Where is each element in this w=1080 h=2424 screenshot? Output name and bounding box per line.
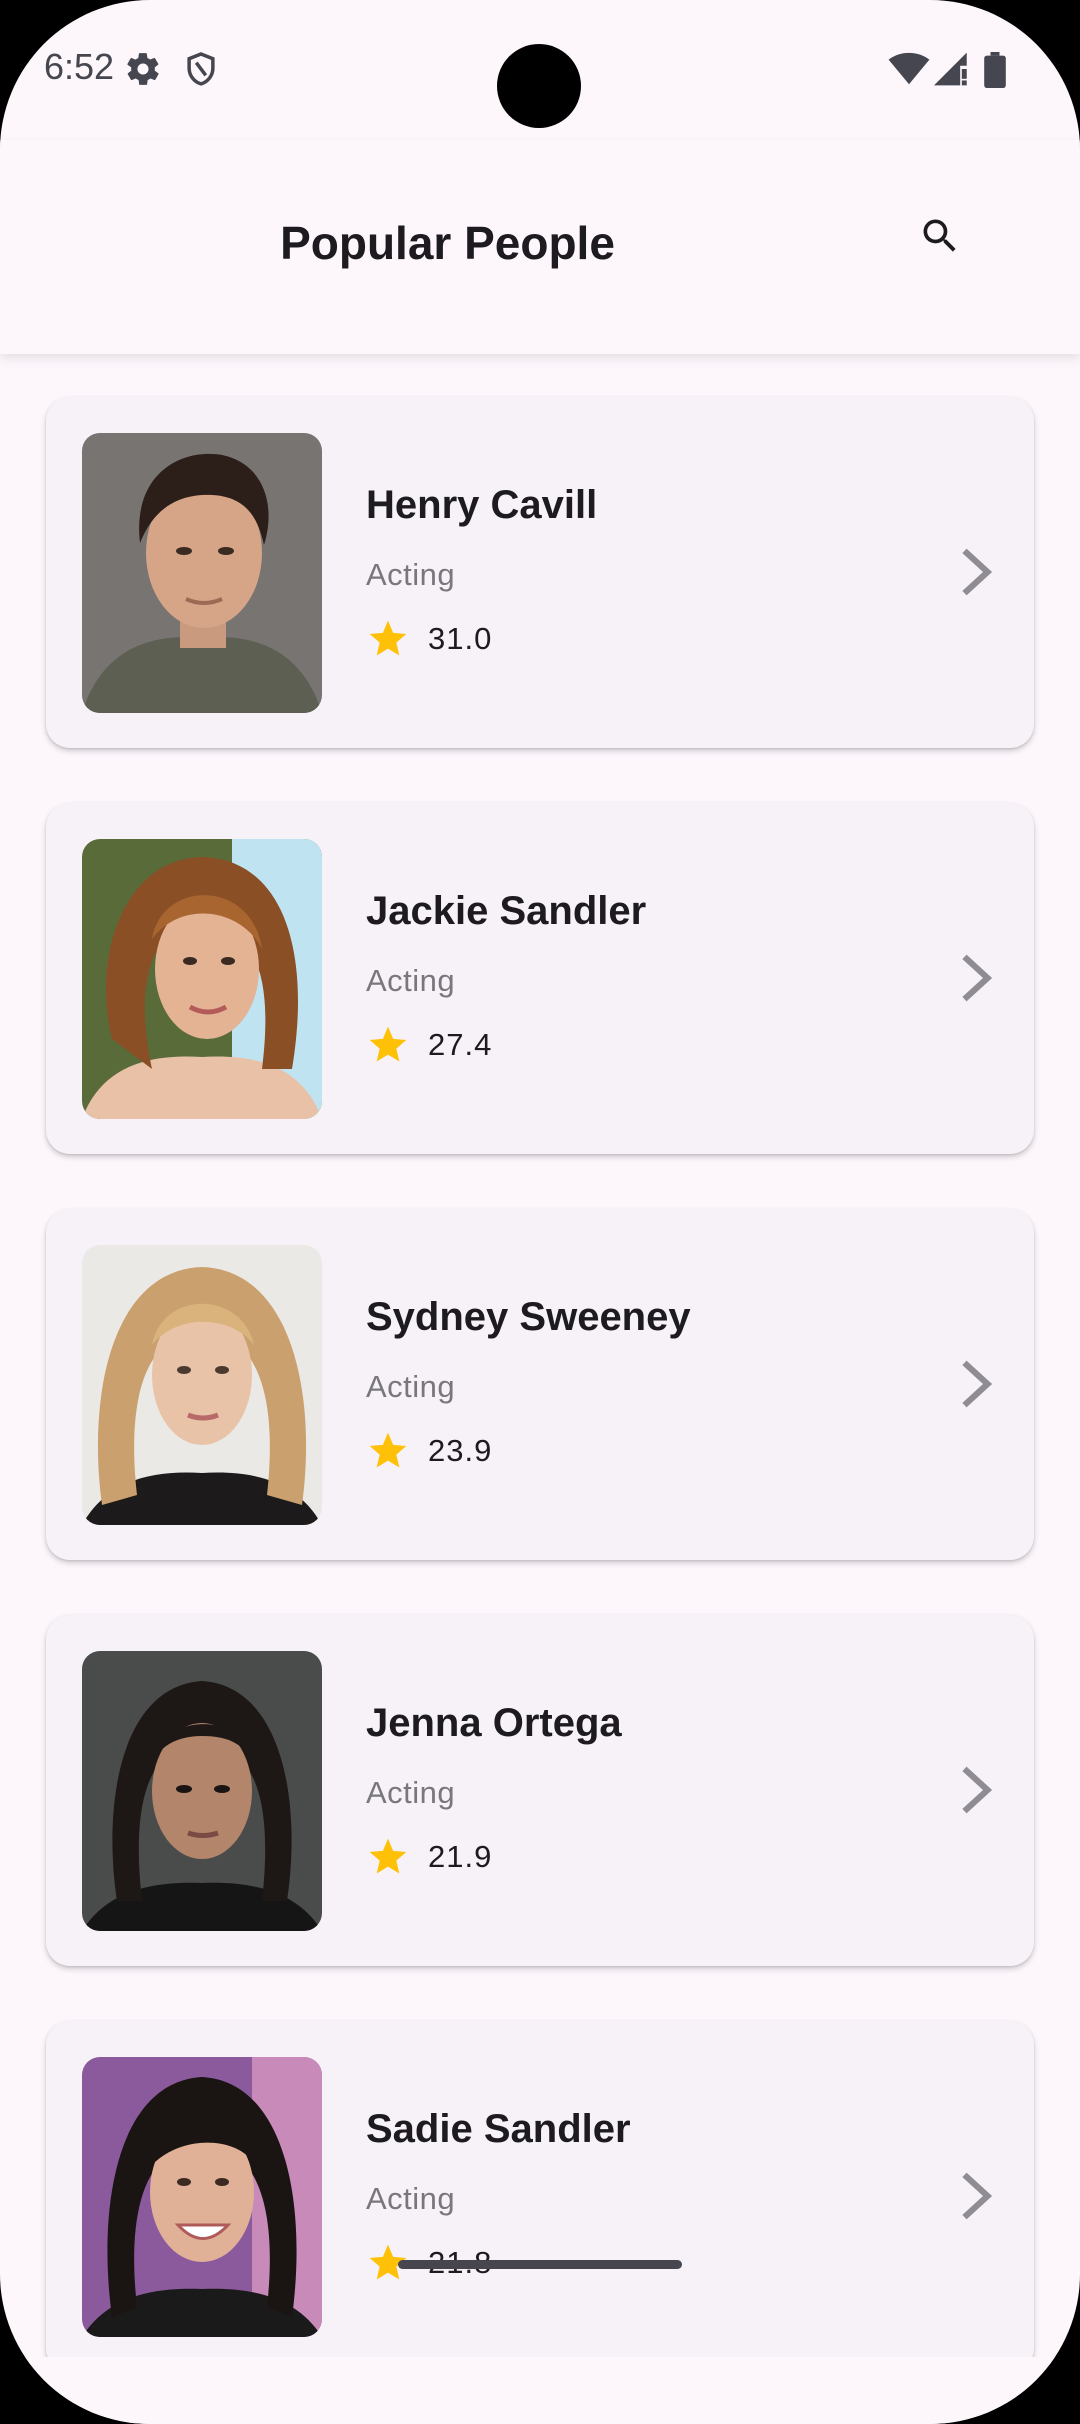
person-popularity: 21.9 [428, 1839, 493, 1874]
chevron-right-icon [962, 1766, 993, 1814]
person-card[interactable]: Jackie Sandler Acting 27.4 [46, 803, 1034, 1154]
star-icon [369, 1432, 407, 1468]
chevron-right-icon [962, 1360, 993, 1408]
person-rating: 23.9 [366, 1429, 492, 1473]
person-card[interactable]: Jenna Ortega Acting 21.9 [46, 1615, 1034, 1966]
person-photo [82, 839, 322, 1119]
person-department: Acting [366, 2181, 456, 2216]
person-photo [82, 2057, 322, 2337]
chevron-right-icon [962, 548, 993, 596]
person-card[interactable]: Sadie Sandler Acting 21.8 [46, 2021, 1034, 2372]
person-popularity: 27.4 [428, 1027, 493, 1062]
person-popularity: 31.0 [428, 621, 493, 656]
wifi-icon [888, 52, 930, 90]
chevron-right-icon [962, 2172, 993, 2220]
person-popularity: 23.9 [428, 1433, 493, 1468]
app-bar: Popular People [0, 140, 1080, 354]
signal-icon [934, 52, 970, 90]
person-rating: 27.4 [366, 1023, 492, 1067]
star-icon [369, 1838, 407, 1874]
person-name: Sadie Sandler [366, 2107, 631, 2151]
person-department: Acting [366, 963, 456, 998]
person-name: Jackie Sandler [366, 889, 647, 933]
person-rating: 21.9 [366, 1835, 492, 1879]
navigation-bar [0, 2357, 1080, 2424]
settings-icon [124, 50, 162, 92]
person-card[interactable]: Sydney Sweeney Acting 23.9 [46, 1209, 1034, 1560]
chevron-right-icon [962, 954, 993, 1002]
person-department: Acting [366, 1369, 456, 1404]
people-list: Henry Cavill Acting 31.0 Jackie Sandler … [0, 354, 1080, 2372]
search-button[interactable] [910, 206, 970, 266]
home-indicator[interactable] [398, 2260, 682, 2269]
person-department: Acting [366, 1775, 456, 1810]
person-name: Sydney Sweeney [366, 1295, 691, 1339]
screen: 6:52 Popular People Henry Cavill Acting … [0, 0, 1080, 2424]
person-photo [82, 433, 322, 713]
star-icon [369, 1026, 407, 1062]
shield-icon [182, 50, 220, 92]
person-card[interactable]: Henry Cavill Acting 31.0 [46, 397, 1034, 748]
battery-icon [984, 52, 1006, 92]
person-rating: 31.0 [366, 617, 492, 661]
person-photo [82, 1245, 322, 1525]
status-time: 6:52 [44, 46, 115, 87]
person-name: Jenna Ortega [366, 1701, 622, 1745]
page-title: Popular People [280, 217, 615, 269]
status-bar: 6:52 [0, 0, 1080, 140]
person-photo [82, 1651, 322, 1931]
front-camera [497, 44, 581, 128]
star-icon [369, 620, 407, 656]
person-name: Henry Cavill [366, 483, 598, 527]
person-department: Acting [366, 557, 456, 592]
search-icon [923, 219, 956, 252]
